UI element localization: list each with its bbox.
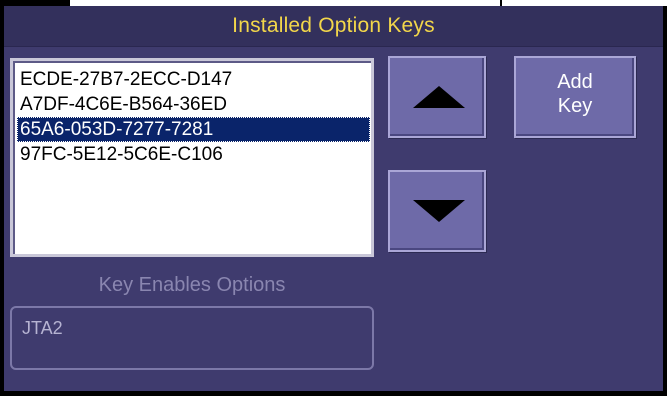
enabled-options-value: JTA2 <box>22 318 63 338</box>
title-bar: Installed Option Keys <box>4 6 663 47</box>
add-key-label: Add Key <box>516 70 634 118</box>
dialog-title: Installed Option Keys <box>232 14 435 37</box>
key-enables-options-field: JTA2 <box>10 306 374 370</box>
scroll-down-button[interactable] <box>388 170 486 252</box>
window-frame: Installed Option Keys ECDE-27B7-2ECC-D14… <box>0 0 667 396</box>
add-key-label-line2: Key <box>557 95 593 117</box>
list-item-selected[interactable]: 65A6-053D-7277-7281 <box>17 117 370 142</box>
scroll-up-button[interactable] <box>388 56 486 138</box>
option-keys-panel: Installed Option Keys ECDE-27B7-2ECC-D14… <box>4 6 663 391</box>
list-item[interactable]: A7DF-4C6E-B564-36ED <box>20 92 370 117</box>
triangle-up-icon <box>413 86 465 108</box>
add-key-label-line1: Add <box>557 71 593 93</box>
list-item[interactable]: ECDE-27B7-2ECC-D147 <box>20 67 370 92</box>
key-enables-options-label: Key Enables Options <box>98 274 286 296</box>
triangle-down-icon <box>413 200 465 222</box>
option-key-list[interactable]: ECDE-27B7-2ECC-D147 A7DF-4C6E-B564-36ED … <box>10 58 374 257</box>
add-key-button[interactable]: Add Key <box>514 56 636 138</box>
list-item[interactable]: 97FC-5E12-5C6E-C106 <box>20 142 370 167</box>
